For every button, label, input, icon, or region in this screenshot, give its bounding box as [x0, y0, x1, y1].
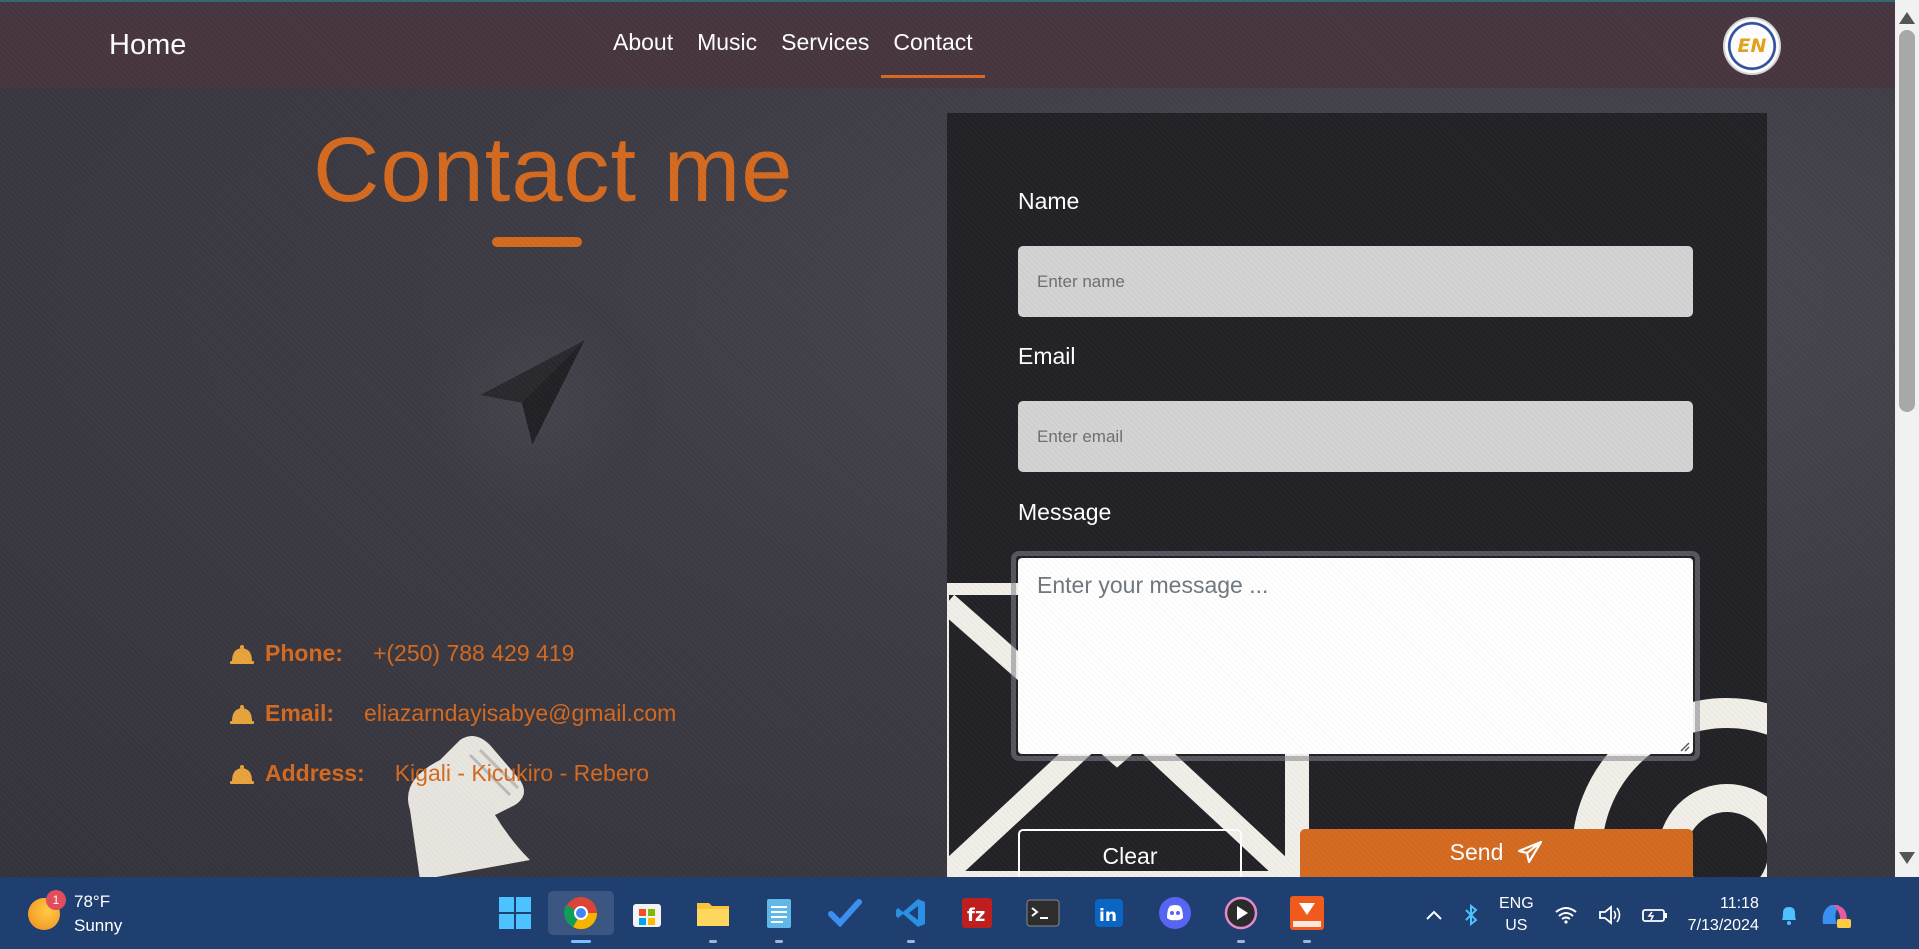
temperature: 78°F: [74, 892, 111, 911]
resize-handle-icon[interactable]: [1678, 740, 1690, 752]
paper-plane-icon: [1518, 840, 1543, 864]
discord-icon: [1159, 897, 1191, 929]
email-input[interactable]: [1018, 401, 1693, 472]
chrome-icon: [564, 897, 598, 930]
message-label: Message: [1018, 499, 1112, 525]
home-link[interactable]: Home: [109, 29, 186, 62]
nav-link-music[interactable]: Music: [685, 29, 769, 78]
email-row: Email: eliazarndayisabye@gmail.com: [229, 700, 676, 727]
nav-link-services[interactable]: Services: [769, 29, 881, 78]
contact-form: Name Email Message Clear Send: [947, 113, 1767, 877]
battery-icon[interactable]: [1641, 906, 1668, 924]
taskbar-media-player[interactable]: [1208, 891, 1274, 943]
volume-icon[interactable]: [1598, 905, 1622, 925]
page-title: Contact me: [313, 119, 794, 221]
bell-icon: [230, 764, 254, 784]
taskbar-microsoft-store[interactable]: [614, 891, 680, 935]
sun-icon: 1: [28, 890, 66, 930]
windows-icon: [499, 897, 531, 929]
nav-link-about[interactable]: About: [601, 29, 685, 78]
clear-button[interactable]: Clear: [1018, 829, 1242, 877]
running-indicator: [907, 940, 915, 943]
running-indicator: [1237, 940, 1245, 943]
taskbar-file-explorer[interactable]: [680, 891, 746, 943]
terminal-icon: [1026, 899, 1060, 927]
name-label: Name: [1018, 188, 1080, 214]
reader-icon: [1290, 896, 1324, 930]
logo-text: EN: [1737, 35, 1767, 57]
scroll-thumb[interactable]: [1899, 30, 1915, 412]
navbar: Home About Music Services Contact EN: [0, 0, 1895, 88]
taskbar-filezilla[interactable]: fz: [944, 891, 1010, 935]
wifi-icon[interactable]: [1554, 906, 1578, 924]
scroll-down-arrow-icon[interactable]: [1899, 852, 1915, 864]
email-field-label: Email: [1018, 343, 1076, 369]
language-indicator[interactable]: ENG US: [1499, 893, 1534, 937]
taskbar-discord[interactable]: [1142, 891, 1208, 935]
address-label: Address:: [265, 760, 365, 786]
system-tray: ENG US 11:18 7/13/2024: [1425, 893, 1851, 937]
notification-bell-icon[interactable]: [1779, 904, 1799, 926]
page-scrollbar[interactable]: [1895, 0, 1919, 877]
email-label: Email:: [265, 700, 335, 726]
svg-text:fz: fz: [967, 905, 985, 926]
taskbar: 1 78°F Sunny fz in ENG US 11:18 7/13/202…: [0, 877, 1919, 949]
folder-icon: [697, 903, 729, 926]
taskbar-reader[interactable]: [1274, 891, 1340, 943]
clock[interactable]: 11:18 7/13/2024: [1688, 893, 1759, 937]
notification-badge: 1: [46, 890, 66, 910]
language-code: ENG: [1499, 895, 1534, 912]
phone-value: +(250) 788 429 419: [372, 640, 575, 666]
site-logo[interactable]: EN: [1723, 17, 1781, 75]
send-button[interactable]: Send: [1300, 829, 1693, 877]
taskbar-apps: fz in: [482, 891, 1340, 943]
start-button[interactable]: [482, 891, 548, 935]
bell-icon: [230, 704, 254, 724]
taskbar-vscode[interactable]: [878, 891, 944, 943]
scroll-up-arrow-icon[interactable]: [1899, 12, 1915, 24]
message-textarea[interactable]: [1018, 558, 1693, 754]
paper-plane-icon: [480, 340, 585, 445]
clock-date: 7/13/2024: [1687, 917, 1759, 934]
running-indicator: [1303, 940, 1311, 943]
weather-condition: Sunny: [74, 916, 123, 935]
nav-link-contact[interactable]: Contact: [881, 29, 985, 78]
title-underline: [492, 237, 582, 247]
page-background: Home About Music Services Contact EN Con…: [0, 0, 1895, 877]
svg-text:in: in: [1099, 906, 1117, 926]
taskbar-notepad[interactable]: [746, 891, 812, 943]
taskbar-todo[interactable]: [812, 891, 878, 935]
taskbar-linkedin[interactable]: in: [1076, 891, 1142, 935]
vscode-icon: [896, 899, 925, 927]
filezilla-icon: fz: [962, 898, 992, 928]
name-input[interactable]: [1018, 246, 1693, 317]
running-indicator: [709, 940, 717, 943]
send-button-label: Send: [1449, 838, 1504, 865]
phone-row: Phone: +(250) 788 429 419: [229, 640, 574, 667]
taskbar-terminal[interactable]: [1010, 891, 1076, 935]
clock-time: 11:18: [1720, 895, 1759, 912]
phone-label: Phone:: [265, 640, 343, 666]
taskbar-chrome[interactable]: [548, 891, 614, 943]
bluetooth-icon[interactable]: [1463, 904, 1479, 926]
email-value[interactable]: eliazarndayisabye@gmail.com: [364, 700, 676, 727]
chevron-up-icon[interactable]: [1425, 909, 1443, 921]
weather-widget[interactable]: 1 78°F Sunny: [28, 890, 122, 938]
nav-links: About Music Services Contact: [601, 29, 985, 78]
play-icon: [1224, 896, 1258, 930]
copilot-icon[interactable]: [1819, 900, 1851, 930]
address-row: Address: Kigali - Kicukiro - Rebero: [229, 760, 649, 787]
bell-icon: [230, 644, 254, 664]
checkmark-icon: [828, 899, 862, 928]
store-icon: [633, 904, 661, 927]
notepad-icon: [767, 899, 791, 928]
running-indicator: [775, 940, 783, 943]
address-value: Kigali - Kicukiro - Rebero: [394, 760, 650, 786]
region-code: US: [1505, 917, 1528, 934]
linkedin-icon: in: [1095, 899, 1123, 927]
running-indicator: [571, 940, 591, 943]
